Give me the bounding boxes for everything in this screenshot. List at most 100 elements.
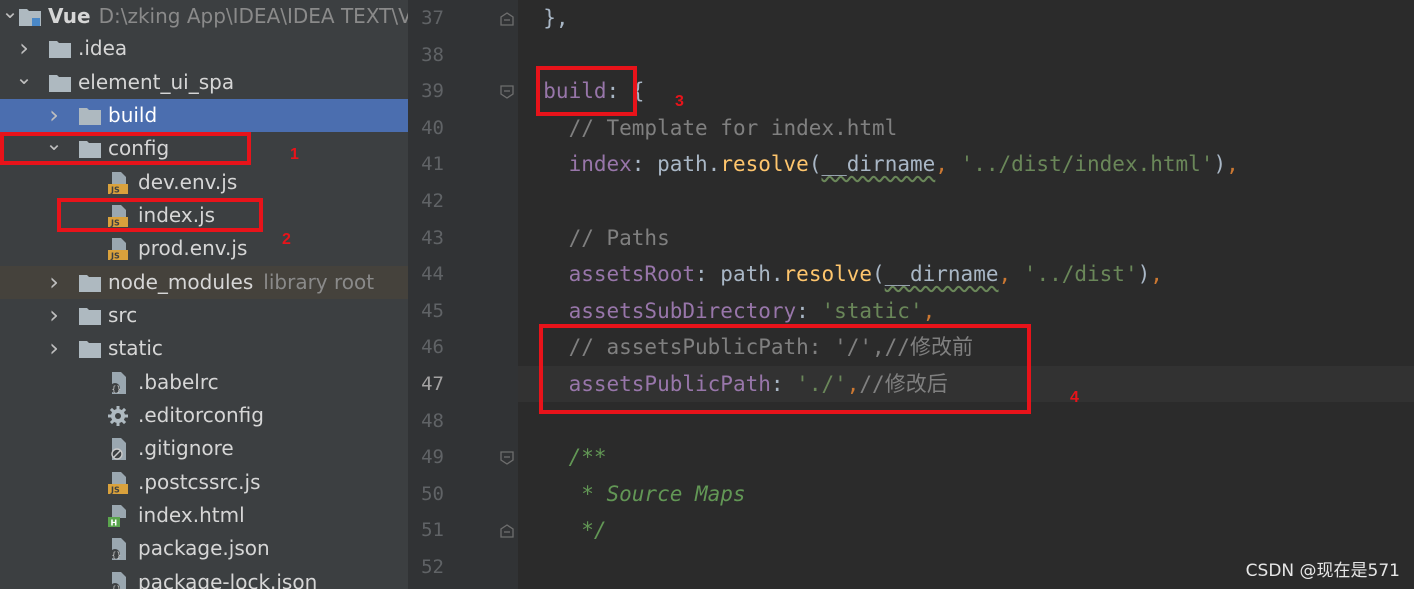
line-number: 41 bbox=[421, 153, 444, 176]
annotation-number-3: 3 bbox=[675, 93, 684, 110]
chevron-right-icon[interactable]: › bbox=[14, 32, 34, 65]
chevron-right-icon[interactable]: › bbox=[44, 332, 64, 365]
line-number: 39 bbox=[421, 80, 444, 103]
js-file-icon: JS bbox=[106, 472, 130, 495]
code-token: , bbox=[922, 298, 936, 323]
config-file-icon: {} bbox=[106, 372, 130, 394]
tree-item-label: index.html bbox=[138, 499, 245, 532]
code-line[interactable]: }, bbox=[518, 0, 569, 36]
code-line[interactable]: /** bbox=[518, 439, 607, 475]
chevron-right-icon[interactable]: › bbox=[44, 299, 64, 332]
tree-item-label: src bbox=[108, 299, 137, 332]
code-token: ) bbox=[1213, 152, 1227, 177]
code-token: // Template for index.html bbox=[568, 115, 898, 140]
tree-item-name: src bbox=[108, 303, 138, 327]
highlight-box-config bbox=[0, 132, 251, 165]
code-token: : bbox=[796, 298, 822, 323]
editor-gutter: 37 38 39 40 41 42 43 44 45 46 47 48 49 50 51 52 bbox=[408, 0, 518, 589]
line-number: 46 bbox=[421, 336, 444, 359]
tree-item-src[interactable]: › src bbox=[0, 299, 408, 332]
code-token: */ bbox=[581, 518, 607, 543]
fold-collapse-icon[interactable] bbox=[500, 523, 514, 539]
fold-expand-icon[interactable] bbox=[500, 450, 514, 465]
chevron-right-icon[interactable]: › bbox=[44, 99, 64, 132]
tree-item-static[interactable]: › static bbox=[0, 332, 408, 365]
watermark: CSDN @现在是571 bbox=[1245, 561, 1400, 581]
folder-icon bbox=[78, 105, 102, 127]
module-folder-icon bbox=[18, 6, 42, 28]
tree-item-package-lock-json[interactable]: {} package-lock.json bbox=[0, 566, 408, 589]
tree-item-name: dev.env.js bbox=[138, 170, 238, 194]
tree-item-babelrc[interactable]: {} .babelrc bbox=[0, 366, 408, 399]
library-root-hint: library root bbox=[263, 270, 375, 294]
tree-item-package-json[interactable]: {} package.json bbox=[0, 532, 408, 565]
tree-item-build[interactable]: › build bbox=[0, 99, 408, 132]
line-number: 43 bbox=[421, 226, 444, 249]
tree-item-index-html[interactable]: Hindex.html bbox=[0, 499, 408, 532]
tree-item-label: .gitignore bbox=[138, 432, 234, 465]
code-line[interactable]: */ bbox=[518, 512, 607, 548]
tree-item-label: prod.env.js bbox=[138, 232, 247, 265]
tree-item-element-ui-spa[interactable]: ⌄ element_ui_spa bbox=[0, 66, 408, 99]
code-line[interactable]: // Paths bbox=[518, 220, 670, 256]
svg-text:{}: {} bbox=[112, 385, 122, 394]
code-token: 'static' bbox=[821, 298, 923, 323]
folder-icon bbox=[48, 72, 72, 94]
tree-item-name: element_ui_spa bbox=[78, 70, 235, 94]
tree-item-gitignore[interactable]: .gitignore bbox=[0, 432, 408, 465]
folder-icon bbox=[78, 305, 102, 327]
fold-expand-icon[interactable] bbox=[500, 84, 514, 99]
line-number: 50 bbox=[421, 482, 444, 505]
gear-icon bbox=[106, 405, 130, 427]
code-token: index bbox=[568, 152, 632, 177]
code-token: ( bbox=[808, 152, 822, 177]
tree-item-name: .postcssrc.js bbox=[138, 470, 261, 494]
tree-item-name: Vue bbox=[48, 4, 91, 28]
tree-item-postcssrc-js[interactable]: JS .postcssrc.js bbox=[0, 466, 408, 499]
tree-item-prod-env-js[interactable]: JS prod.env.js bbox=[0, 232, 408, 265]
chevron-down-icon[interactable]: ⌄ bbox=[14, 66, 34, 99]
chevron-down-icon[interactable]: ⌄ bbox=[0, 0, 20, 33]
code-token: , bbox=[1226, 152, 1239, 177]
line-number: 52 bbox=[421, 556, 444, 578]
fold-collapse-icon[interactable] bbox=[500, 11, 514, 26]
config-file-icon: {} bbox=[106, 572, 130, 589]
annotation-number-1: 1 bbox=[290, 146, 299, 163]
tree-item-name: package-lock.json bbox=[138, 570, 318, 589]
highlight-box-index-js bbox=[57, 198, 263, 232]
code-line[interactable]: index: path.resolve(__dirname, '../dist/… bbox=[518, 146, 1239, 182]
chevron-right-icon[interactable]: › bbox=[44, 266, 64, 299]
tree-item-dev-env-js[interactable]: JS dev.env.js bbox=[0, 166, 408, 199]
ignore-file-icon bbox=[106, 438, 130, 460]
code-token: }, bbox=[518, 6, 569, 30]
code-editor[interactable]: }, build: { // Template for index.html i… bbox=[518, 0, 1414, 589]
tree-item-vue[interactable]: ⌄ Vue D:\zking App\IDEA\IDEA TEXT\V bbox=[0, 0, 408, 33]
code-line[interactable]: assetsRoot: path.resolve(__dirname, '../… bbox=[518, 256, 1163, 292]
tree-item-label: .editorconfig bbox=[138, 399, 264, 432]
tree-item-label: build bbox=[108, 99, 157, 132]
tree-item-label: package-lock.json bbox=[138, 566, 317, 589]
annotation-number-4: 4 bbox=[1070, 389, 1079, 406]
svg-text:JS: JS bbox=[110, 252, 120, 261]
svg-text:JS: JS bbox=[110, 186, 120, 195]
code-line[interactable]: * Source Maps bbox=[518, 476, 745, 512]
tree-item-idea[interactable]: › .idea bbox=[0, 32, 408, 65]
tree-item-editorconfig[interactable]: .editorconfig bbox=[0, 399, 408, 432]
annotation-number-2: 2 bbox=[282, 231, 291, 248]
line-number: 40 bbox=[421, 116, 444, 139]
project-tree-panel: ⌄ Vue D:\zking App\IDEA\IDEA TEXT\V › .idea ⌄… bbox=[0, 0, 408, 589]
tree-item-name: .editorconfig bbox=[138, 403, 264, 427]
tree-item-node-modules[interactable]: › node_modules library root bbox=[0, 266, 408, 299]
tree-item-name: .gitignore bbox=[138, 436, 234, 460]
svg-text:{}: {} bbox=[112, 585, 122, 589]
tree-item-name: index.html bbox=[138, 503, 245, 527]
html-file-icon: H bbox=[106, 505, 130, 528]
code-token: : path. bbox=[631, 152, 721, 177]
tree-item-label: .postcssrc.js bbox=[138, 466, 261, 499]
code-token: // Paths bbox=[568, 225, 670, 250]
